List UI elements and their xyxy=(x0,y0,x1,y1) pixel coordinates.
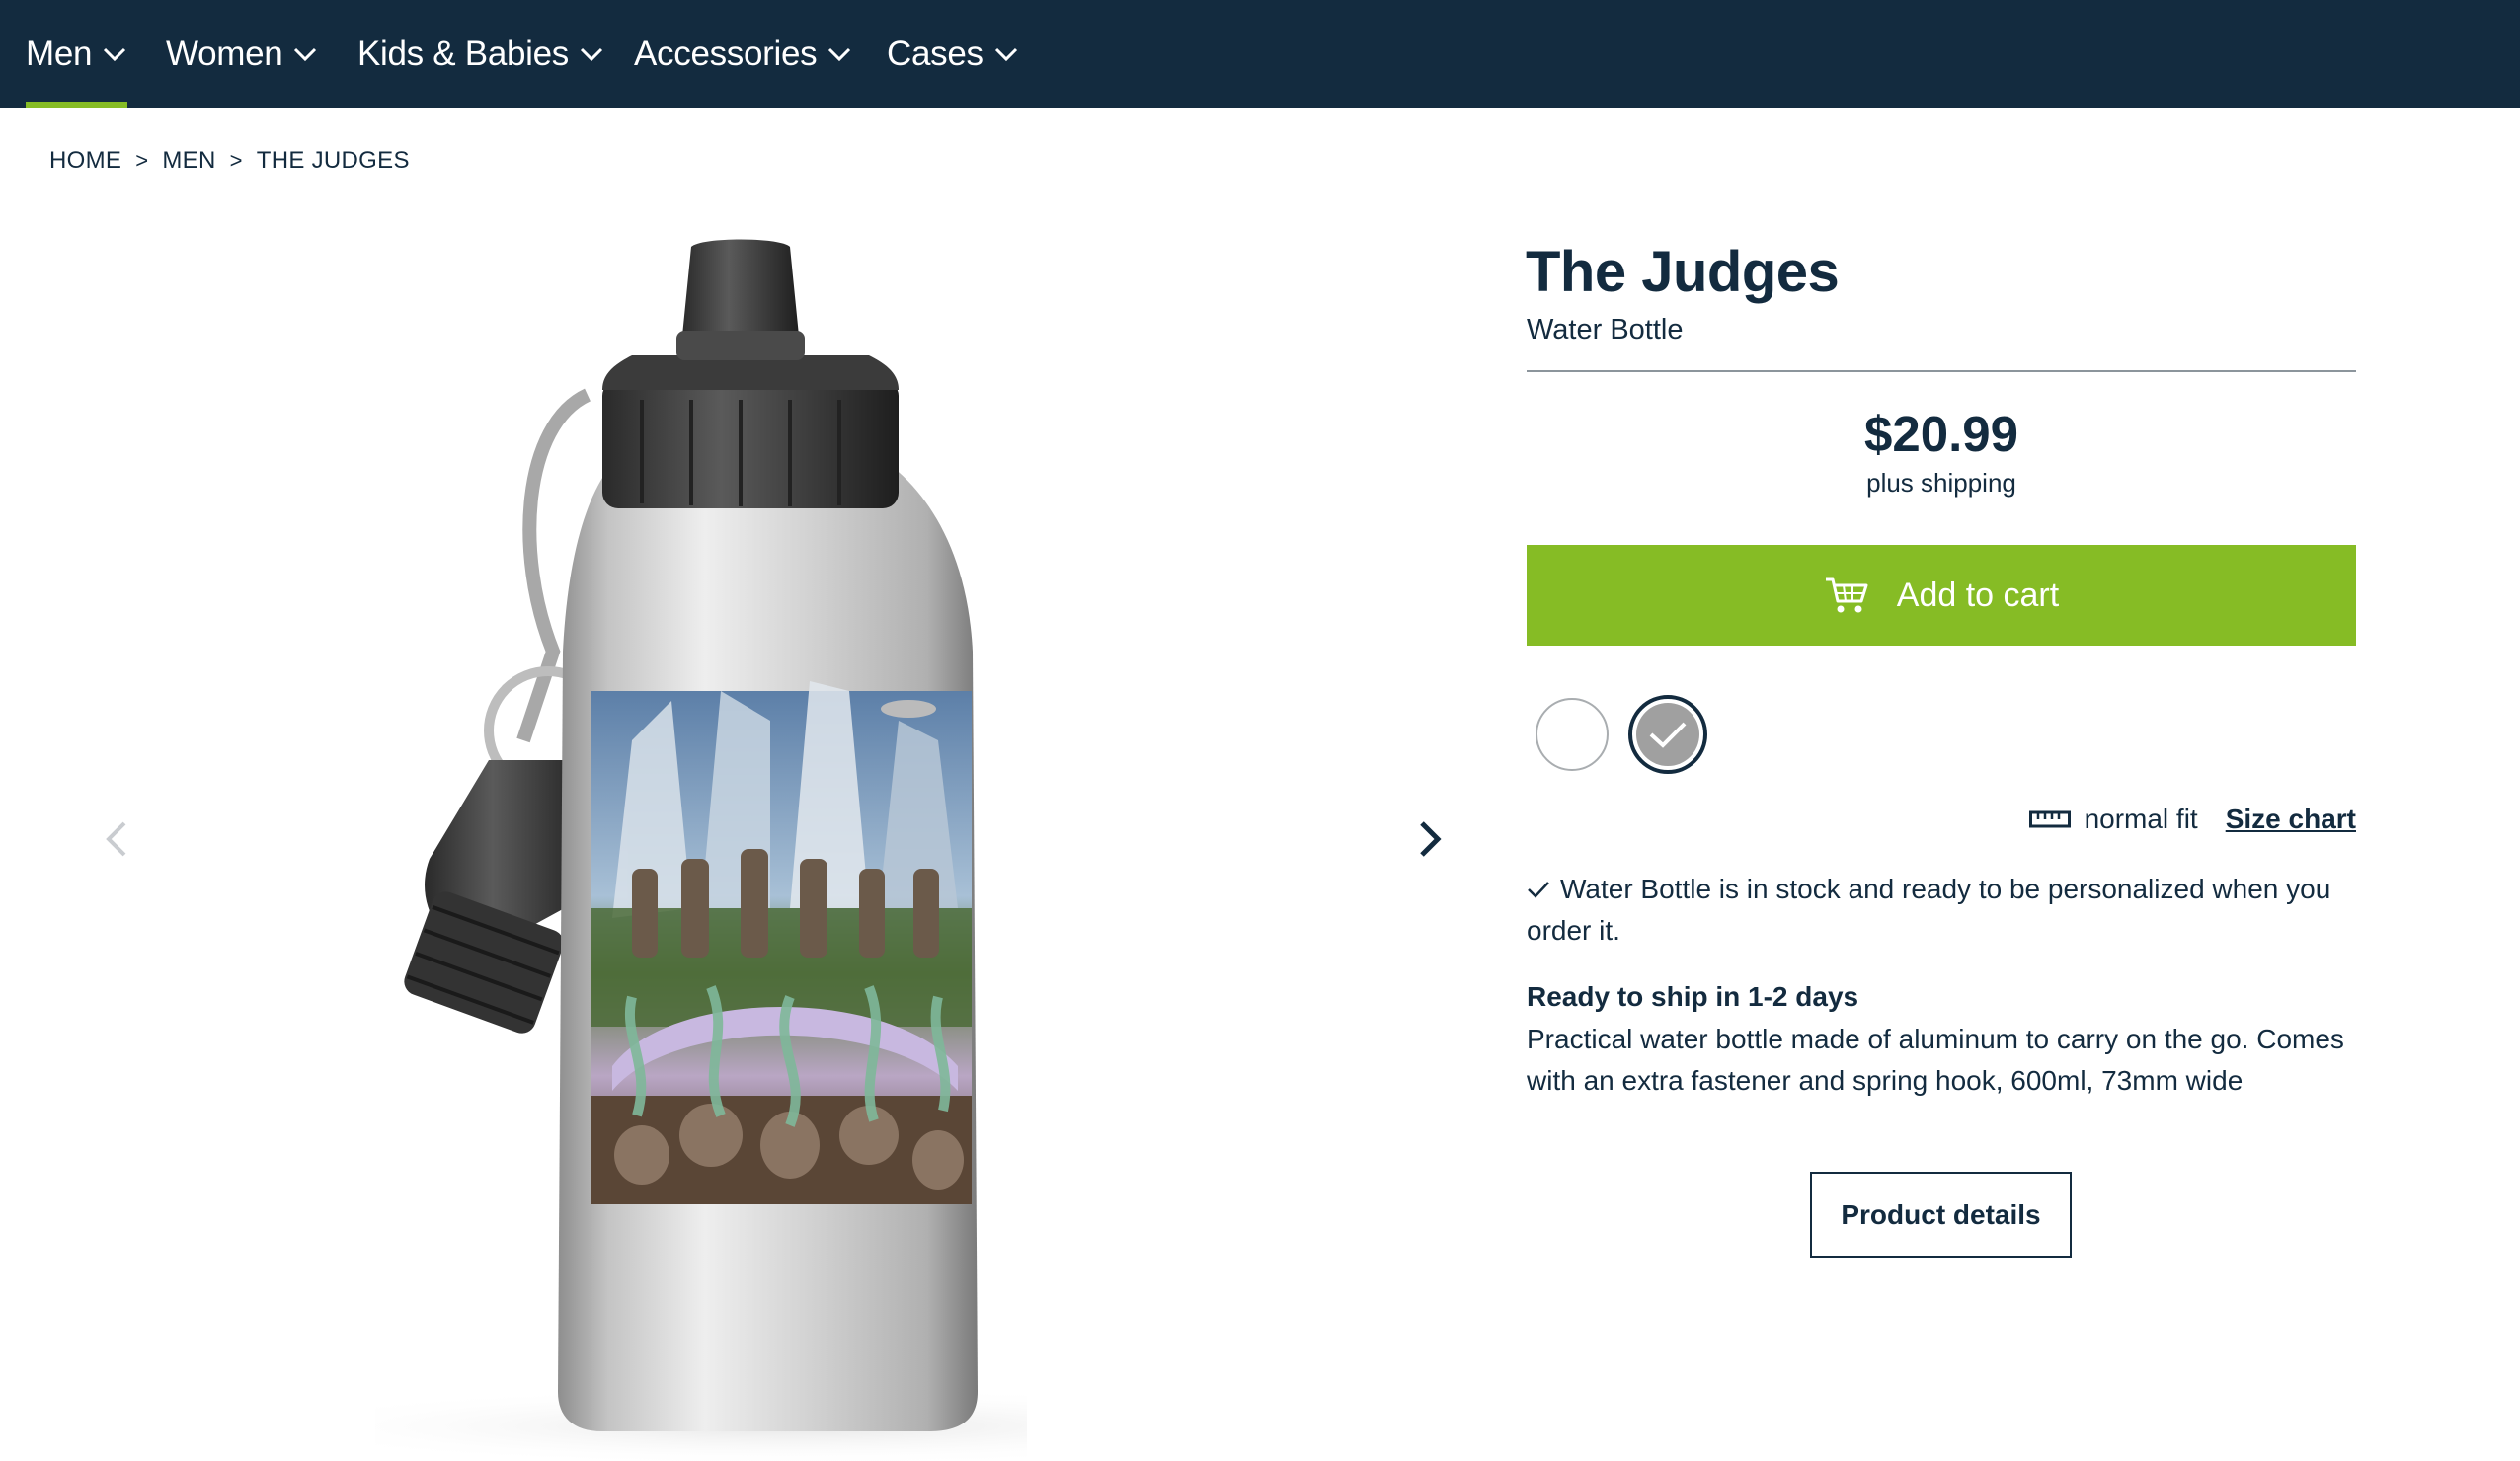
product-image xyxy=(375,239,1027,1461)
shipping-note: plus shipping xyxy=(1866,468,2016,498)
product-title: The Judges xyxy=(1526,240,1840,304)
product-price: $20.99 xyxy=(1864,406,2018,462)
add-to-cart-button[interactable]: Add to cart xyxy=(1527,545,2356,646)
color-swatch-white[interactable] xyxy=(1536,698,1609,771)
chevron-down-icon xyxy=(294,47,317,61)
add-to-cart-label: Add to cart xyxy=(1896,576,2060,614)
breadcrumb-current: THE JUDGES xyxy=(256,147,410,174)
breadcrumb: HOME > MEN > THE JUDGES xyxy=(49,146,410,176)
nav-item-label: Men xyxy=(26,34,93,73)
divider xyxy=(1527,370,2356,372)
fit-label: normal fit xyxy=(2084,804,2198,834)
nav-item-kids-babies[interactable]: Kids & Babies xyxy=(357,0,604,108)
check-icon xyxy=(1649,722,1687,748)
nav-item-label: Accessories xyxy=(634,34,818,73)
fit-row: normal fit Size chart xyxy=(1527,802,2356,837)
stock-message: Water Bottle is in stock and ready to be… xyxy=(1527,869,2336,952)
chevron-down-icon xyxy=(994,47,1017,61)
product-type: Water Bottle xyxy=(1527,314,1684,346)
cart-icon xyxy=(1825,577,1868,613)
nav-item-label: Women xyxy=(166,34,283,73)
ship-time: Ready to ship in 1-2 days xyxy=(1527,981,1859,1012)
nav-item-cases[interactable]: Cases xyxy=(887,0,1019,108)
breadcrumb-home[interactable]: HOME xyxy=(49,147,121,175)
chevron-right-icon[interactable] xyxy=(1414,809,1448,869)
product-description: Practical water bottle made of aluminum … xyxy=(1527,1024,2344,1096)
check-icon xyxy=(1528,882,1549,898)
nav-item-accessories[interactable]: Accessories xyxy=(634,0,852,108)
breadcrumb-separator: > xyxy=(229,148,243,173)
product-details-label: Product details xyxy=(1841,1198,2041,1230)
nav-item-label: Cases xyxy=(887,34,984,73)
stock-text: Water Bottle is in stock and ready to be… xyxy=(1527,874,2331,946)
chevron-down-icon xyxy=(104,47,126,61)
nav-item-men[interactable]: Men xyxy=(26,0,128,108)
chevron-down-icon xyxy=(828,47,851,61)
chevron-left-icon[interactable] xyxy=(99,809,132,869)
swatch-fill xyxy=(1636,703,1699,766)
top-nav: Men Women Kids & Babies Accessories Case… xyxy=(0,0,2520,108)
nav-item-label: Kids & Babies xyxy=(357,34,569,73)
color-swatch-silver[interactable] xyxy=(1628,695,1707,774)
breadcrumb-separator: > xyxy=(135,148,149,173)
nav-item-women[interactable]: Women xyxy=(166,0,318,108)
breadcrumb-men[interactable]: MEN xyxy=(162,147,215,175)
ruler-icon xyxy=(2028,810,2071,828)
chevron-down-icon xyxy=(580,47,603,61)
product-details-button[interactable]: Product details xyxy=(1810,1172,2072,1258)
size-chart-link[interactable]: Size chart xyxy=(2226,804,2356,835)
